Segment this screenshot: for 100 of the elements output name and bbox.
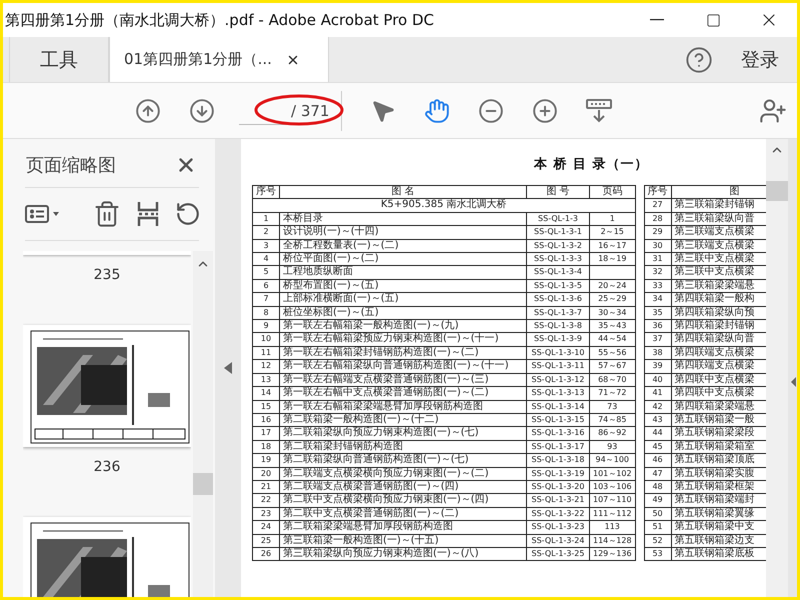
column-header: 图 名	[280, 186, 526, 199]
table-cell: 34	[644, 292, 672, 306]
delete-button[interactable]	[93, 200, 121, 228]
table-cell: SS-QL-1-3-14	[526, 400, 590, 414]
table-cell: 第一联左右幅箱梁封锚钢筋构造图(一)～(二)	[280, 346, 526, 360]
table-cell: 111～112	[590, 507, 636, 521]
page-number: 236	[94, 459, 120, 475]
table-cell: SS-QL-1-3-7	[526, 306, 590, 320]
page-count: / 371	[291, 102, 330, 120]
table-cell: SS-QL-1-3-10	[526, 346, 590, 360]
table-cell: SS-QL-1-3-13	[526, 386, 590, 400]
table-cell: 3	[252, 239, 280, 253]
table-cell: 45	[644, 440, 672, 454]
table-cell: 38	[644, 346, 672, 360]
table-cell: 第三联箱梁一般构造图(一)～(十五)	[280, 534, 526, 548]
table-cell: 2	[252, 226, 280, 240]
table-cell: SS-QL-1-3-5	[526, 279, 590, 293]
table-cell: 29	[644, 226, 672, 240]
table-cell: SS-QL-1-3-1	[526, 226, 590, 240]
table-cell: 32	[644, 266, 672, 280]
table-cell: 68～70	[590, 373, 636, 387]
rotate-button[interactable]	[175, 201, 199, 227]
table-cell: 设计说明(一)～(十四)	[280, 226, 526, 240]
column-header: 序号	[252, 186, 280, 199]
table-cell: 第三联箱梁纵向预应力钢束构造图(一)～(八)	[280, 547, 526, 561]
table-cell: SS-QL-1-3-2	[526, 239, 590, 253]
table-cell: SS-QL-1-3-18	[526, 454, 590, 468]
expand-arrow-icon[interactable]	[791, 377, 796, 387]
table-cell: 51	[644, 520, 672, 534]
table-cell: 9	[252, 320, 280, 333]
table-cell: 2～15	[590, 226, 636, 240]
table-cell: 37	[644, 332, 672, 346]
table-cell: 第二联中支点横梁普通钢筋图(一)～(二)	[280, 507, 526, 521]
table-cell: 桥型布置图(一)～(五)	[280, 279, 526, 293]
table-cell: 12	[252, 360, 280, 374]
collapse-arrow-icon[interactable]	[224, 362, 232, 374]
table-cell: 22	[252, 494, 280, 508]
table-cell: SS-QL-1-3-21	[526, 494, 590, 508]
table-cell: 20～24	[590, 279, 636, 293]
table-cell: 53	[644, 547, 672, 561]
table-cell: 113	[590, 520, 636, 534]
sign-in-button[interactable]: 登录	[737, 37, 797, 82]
table-cell: 44～54	[590, 332, 636, 346]
table-cell: 第二联端支点横梁普通钢筋图(一)～(四)	[280, 480, 526, 494]
table-cell: 7	[252, 292, 280, 306]
table-cell: 103～106	[590, 480, 636, 494]
tab[interactable]: 01第四册第1分册（...	[109, 37, 329, 82]
table-cell: 30	[644, 239, 672, 253]
hand-icon	[424, 98, 450, 124]
table-cell: 50	[644, 507, 672, 521]
table-cell: 第一联左右幅箱梁梁端悬臂加厚段钢筋构造图	[280, 400, 526, 414]
table-cell: 11	[252, 346, 280, 360]
tab[interactable]: 工具	[9, 37, 109, 82]
table-cell: 第一联左右幅端支点横梁普通钢筋图(一)～(三)	[280, 373, 526, 387]
table-cell: 94～100	[590, 454, 636, 468]
table-cell: 19	[252, 454, 280, 468]
table-cell: 35	[644, 306, 672, 320]
table-cell: SS-QL-1-3-22	[526, 507, 590, 521]
maximize-icon	[706, 12, 720, 28]
minimize-icon	[650, 19, 664, 21]
page-thumbnail[interactable]	[23, 251, 191, 255]
arrow-down-icon	[189, 98, 215, 124]
table-cell: 4	[252, 252, 280, 266]
table-cell: 57～67	[590, 360, 636, 374]
zoom-out-icon	[478, 98, 504, 124]
table-cell: 工程地质纵断面	[280, 266, 526, 280]
arrow-up-icon	[135, 98, 161, 124]
table-cell: 93	[590, 440, 636, 454]
table-cell: SS-QL-1-3-12	[526, 373, 590, 387]
table-cell: SS-QL-1-3-8	[526, 320, 590, 333]
table-cell: 桩位坐标图(一)～(五)	[280, 306, 526, 320]
table-cell: 41	[644, 386, 672, 400]
table-cell: 16	[252, 413, 280, 427]
table-cell: 15	[252, 400, 280, 414]
table-cell: 5	[252, 266, 280, 280]
page-number: 235	[94, 267, 120, 283]
table-cell: 10	[252, 332, 280, 346]
scrollbar[interactable]	[193, 251, 213, 597]
column-header: 图 号	[526, 186, 590, 199]
table-cell: 全桥工程数量表(一)～(二)	[280, 239, 526, 253]
table-cell: 1	[590, 212, 636, 226]
table-cell: 第一联左右幅箱梁纵向普通钢筋构造图(一)～(十一)	[280, 360, 526, 374]
table-cell: SS-QL-1-3-20	[526, 480, 590, 494]
table-cell: 1	[252, 212, 280, 226]
table-cell: 21	[252, 480, 280, 494]
table-cell: 71～72	[590, 386, 636, 400]
table-cell: 18～19	[590, 252, 636, 266]
table-cell: 桥位平面图(一)～(二)	[280, 252, 526, 266]
scroll-thumb[interactable]	[766, 181, 788, 201]
extract-pages-button[interactable]	[137, 200, 159, 228]
table-cell: 33	[644, 279, 672, 293]
window-title: 第四册第1分册（南水北调大桥）.pdf - Adobe Acrobat Pro DC	[4, 10, 436, 30]
table-cell: 6	[252, 279, 280, 293]
options-button[interactable]	[25, 204, 61, 224]
table-cell: 55～56	[590, 346, 636, 360]
scroll-thumb[interactable]	[193, 473, 213, 495]
table-cell: 30～34	[590, 306, 636, 320]
scroll-mode-icon	[585, 98, 614, 124]
table-cell: 44	[644, 426, 672, 440]
table-cell: 86～92	[590, 426, 636, 440]
